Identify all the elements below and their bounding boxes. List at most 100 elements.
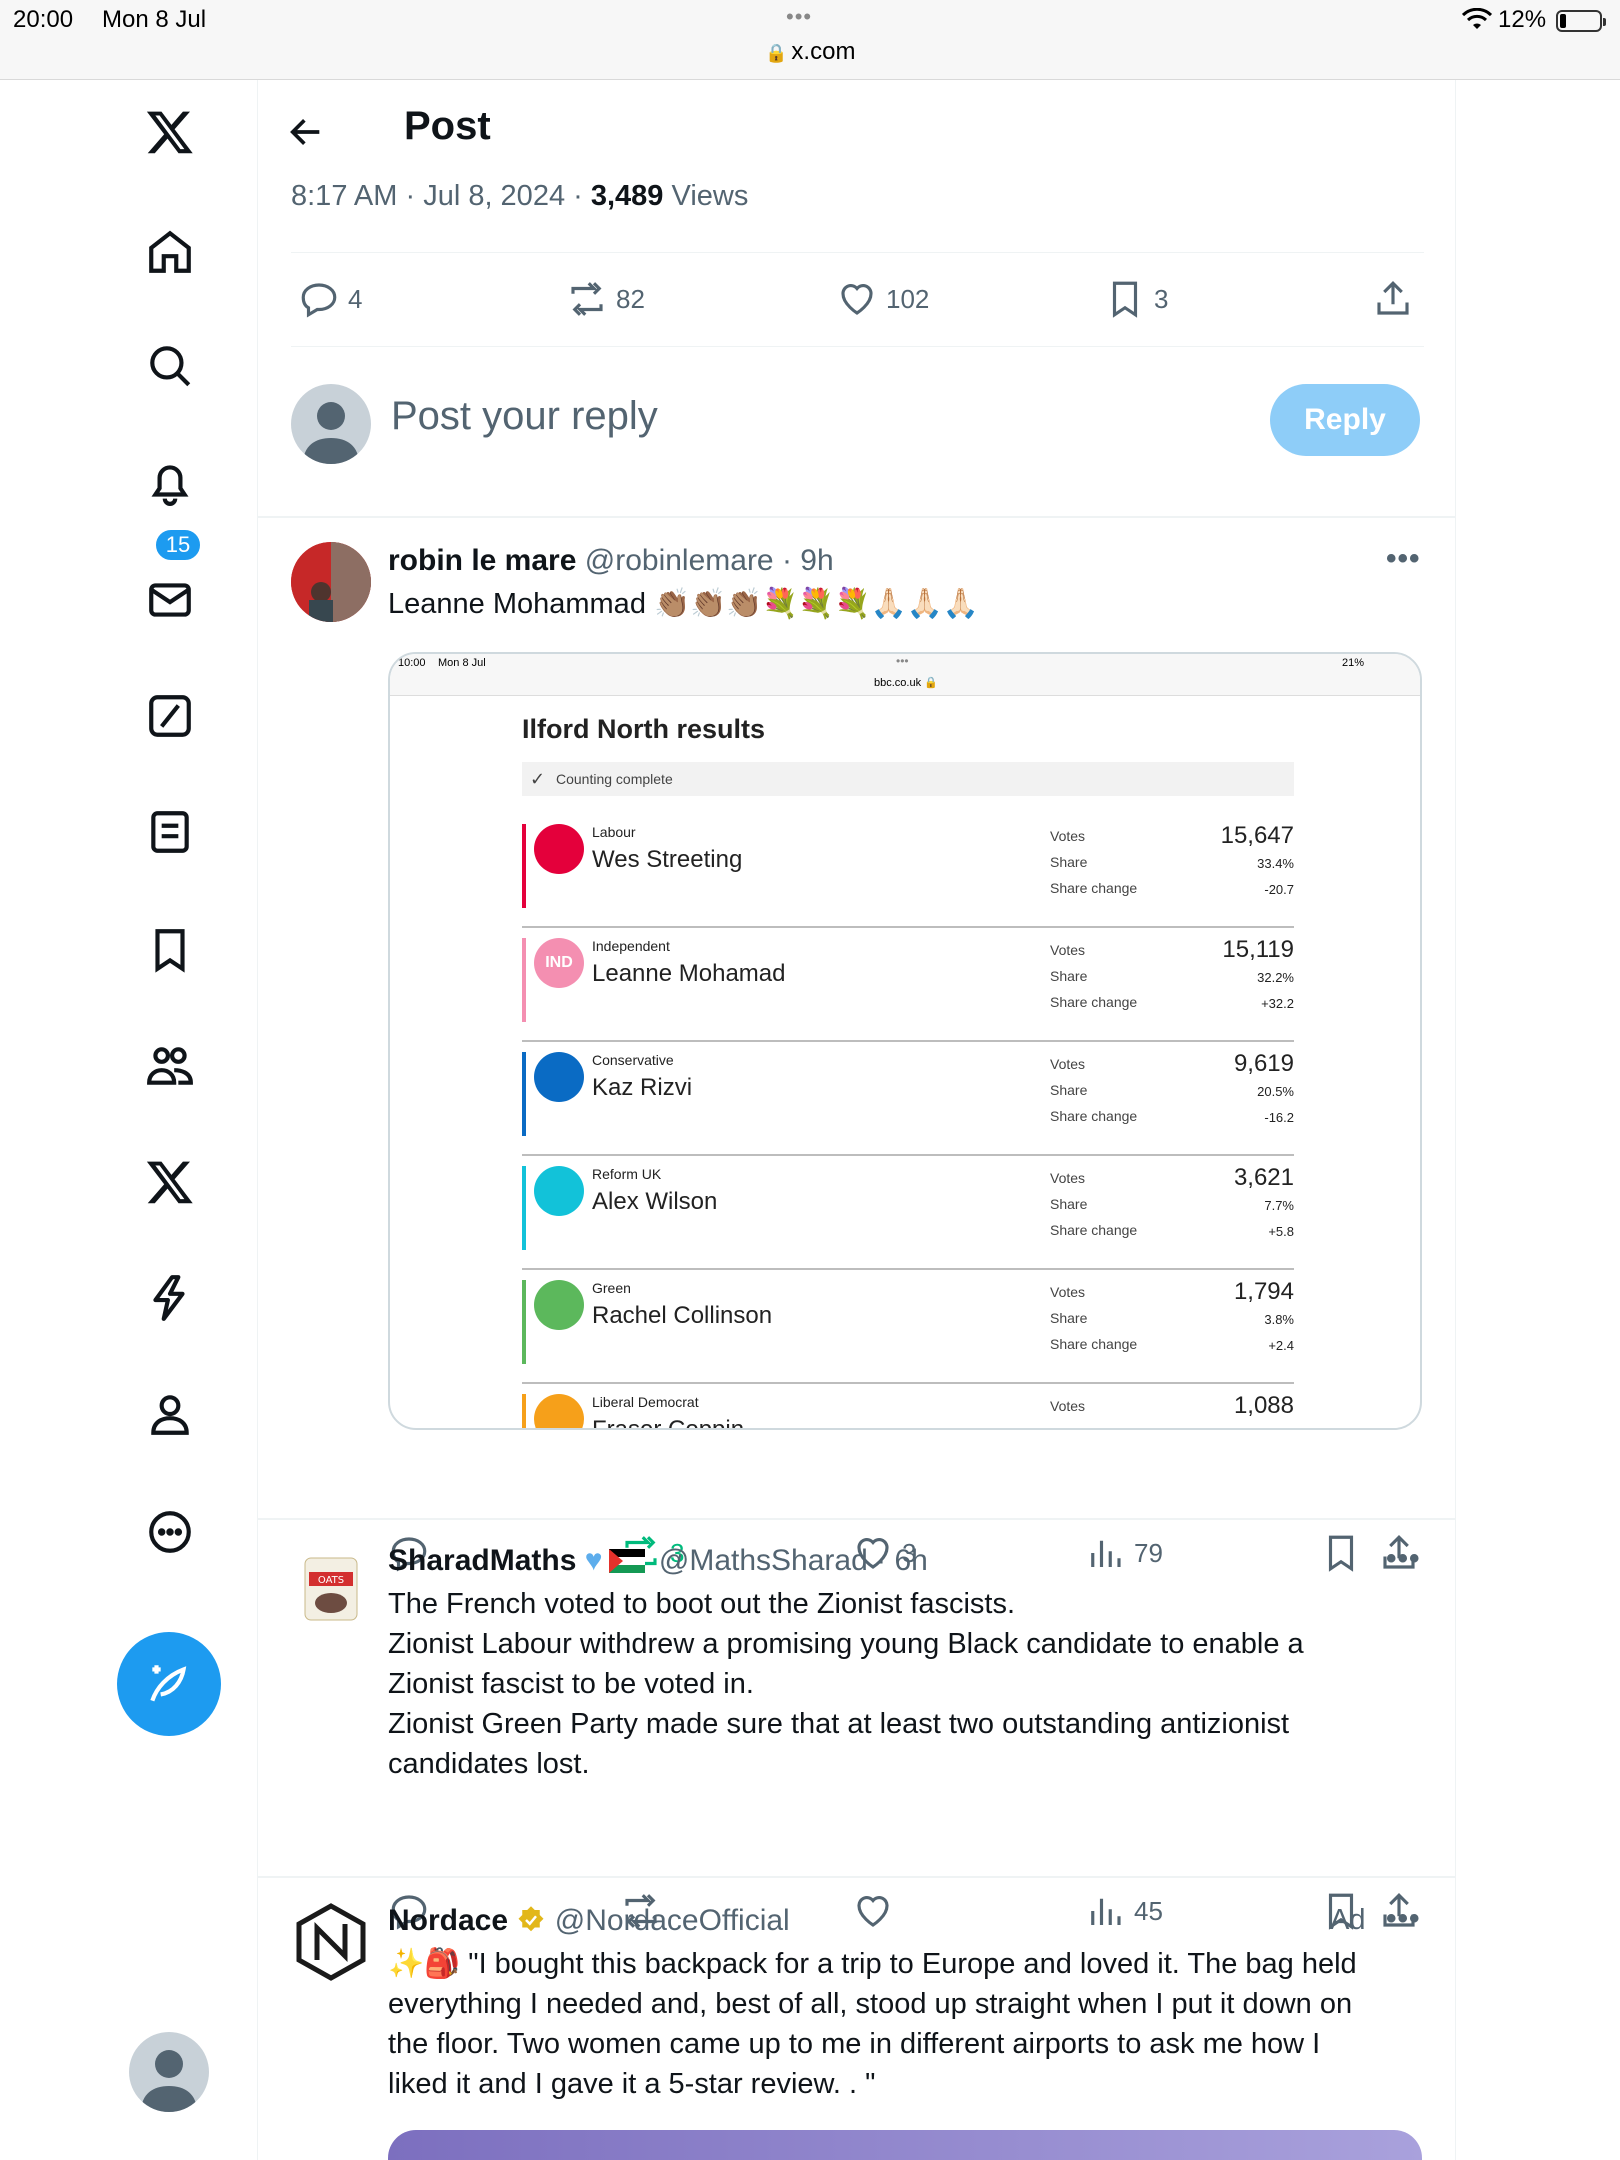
wifi-icon xyxy=(1462,8,1492,29)
profile-icon[interactable] xyxy=(138,1382,202,1446)
notifications-bell-icon[interactable] xyxy=(138,450,202,514)
party-logo-icon: IND xyxy=(534,938,584,988)
like-action[interactable]: 102 xyxy=(836,278,929,320)
views-bar-chart-icon xyxy=(1091,1898,1121,1925)
lists-icon[interactable] xyxy=(138,800,202,864)
tweet-line: everything I needed and, best of all, st… xyxy=(388,1988,1353,2020)
candidate-row: Conservative Kaz Rizvi Votes 9,619 Share 20.5… xyxy=(522,1042,1294,1156)
check-icon: ✓ xyxy=(530,769,546,789)
x-logo-icon[interactable] xyxy=(138,100,202,164)
reply-button[interactable]: Reply xyxy=(1270,384,1420,456)
share-change-value: +5.8 xyxy=(1268,1224,1294,1239)
embedded-clock: 10:00 xyxy=(398,657,426,669)
display-name[interactable]: robin le mare xyxy=(388,544,576,577)
user-avatar[interactable]: OATS xyxy=(291,1548,371,1628)
share-change-label: Share change xyxy=(1050,880,1138,896)
embedded-image[interactable]: 10:00 Mon 8 Jul ••• bbc.co.uk 🔒 21% Ilfo… xyxy=(388,652,1422,1430)
blue-heart-emoji-icon: ♥ xyxy=(584,1544,603,1577)
share-action[interactable] xyxy=(1372,278,1422,320)
compose-post-button[interactable] xyxy=(117,1632,221,1736)
counting-status-text: Counting complete xyxy=(556,771,673,787)
share-value: 7.7% xyxy=(1264,1198,1294,1213)
communities-icon[interactable] xyxy=(138,1034,202,1098)
embedded-date: Mon 8 Jul xyxy=(438,657,486,669)
verified-gold-badge-icon xyxy=(518,1906,544,1932)
more-options-button[interactable]: ••• xyxy=(1386,542,1421,576)
more-options-icon[interactable] xyxy=(138,1500,202,1564)
clock: 20:00 xyxy=(13,6,74,33)
user-handle[interactable]: @MathsSharad xyxy=(659,1544,868,1577)
divider xyxy=(291,346,1424,347)
ad-media-preview[interactable] xyxy=(388,2130,1422,2160)
tweet-header: robin le mare @robinlemare · 9h xyxy=(388,544,834,578)
address-bar[interactable]: 🔒 x.com xyxy=(765,38,855,66)
date: Mon 8 Jul xyxy=(102,6,207,33)
share-change-label: Share change xyxy=(1050,1336,1138,1352)
repost-action[interactable]: 82 xyxy=(566,278,645,320)
messages-envelope-icon[interactable] xyxy=(138,568,202,632)
like-action[interactable] xyxy=(852,1890,902,1932)
votes-value: 3,621 xyxy=(1233,1164,1294,1191)
more-options-button[interactable]: ••• xyxy=(1386,1902,1421,1936)
share-value: 33.4% xyxy=(1257,856,1294,871)
home-icon[interactable] xyxy=(138,220,202,284)
reply-count: 4 xyxy=(348,283,363,314)
bookmark-action[interactable] xyxy=(1320,1532,1370,1574)
votes-value: 1,794 xyxy=(1233,1278,1294,1305)
account-avatar[interactable] xyxy=(129,2032,209,2112)
share-change-label: Share change xyxy=(1050,1222,1138,1238)
battery-percent: 12% xyxy=(1498,6,1547,33)
embedded-dots: ••• xyxy=(896,654,909,668)
display-name[interactable]: SharadMaths xyxy=(388,1544,576,1577)
advertiser-logo[interactable] xyxy=(291,1902,371,1982)
user-avatar[interactable] xyxy=(291,542,371,622)
verified-orgs-bolt-icon[interactable] xyxy=(138,1266,202,1330)
post-age[interactable]: · 6h xyxy=(876,1544,928,1577)
share-change-label: Share change xyxy=(1050,994,1138,1010)
user-handle[interactable]: @robinlemare xyxy=(585,544,774,577)
more-options-button[interactable]: ••• xyxy=(1386,1542,1421,1576)
tweet-header: SharadMaths ♥ @MathsSharad · 6h xyxy=(388,1544,928,1578)
views-action[interactable]: 79 xyxy=(1084,1532,1163,1574)
reply-input[interactable]: Post your reply xyxy=(391,394,658,439)
party-logo-icon xyxy=(534,1280,584,1330)
share-value: 3.8% xyxy=(1264,1312,1294,1327)
back-arrow-icon[interactable] xyxy=(286,112,326,152)
svg-text:OATS: OATS xyxy=(318,1575,344,1586)
party-name: Green xyxy=(592,1280,631,1296)
feather-plus-icon xyxy=(150,1665,187,1702)
bookmark-icon xyxy=(1328,1535,1354,1572)
views-count: 3,489 xyxy=(590,180,664,212)
post-age[interactable]: · 9h xyxy=(782,544,834,577)
display-name[interactable]: Nordace xyxy=(388,1904,508,1937)
bookmarks-icon[interactable] xyxy=(138,918,202,982)
page-title: Post xyxy=(404,104,491,148)
party-color-bar xyxy=(522,1394,526,1428)
post-meta: 8:17 AM · Jul 8, 2024 · 3,489 Views xyxy=(291,180,749,212)
tab-dots-icon[interactable]: ••• xyxy=(786,4,812,30)
bookmark-action[interactable]: 3 xyxy=(1104,278,1168,320)
party-color-bar xyxy=(522,824,526,908)
user-handle[interactable]: @NordaceOfficial xyxy=(555,1904,790,1937)
tweet-line: Zionist fascist to be voted in. xyxy=(388,1668,754,1700)
palestine-flag-icon xyxy=(608,1549,645,1573)
candidate-name: Wes Streeting xyxy=(592,846,743,873)
party-logo-icon xyxy=(534,824,584,874)
embedded-status-bar: 10:00 Mon 8 Jul ••• bbc.co.uk 🔒 21% xyxy=(390,654,1420,696)
party-name: Labour xyxy=(592,824,636,840)
votes-value: 1,088 xyxy=(1233,1392,1294,1419)
premium-x-icon[interactable] xyxy=(138,1150,202,1214)
grok-icon[interactable] xyxy=(138,684,202,748)
tweet-text: The French voted to boot out the Zionist… xyxy=(388,1584,1304,1784)
party-color-bar xyxy=(522,938,526,1022)
reply-action[interactable]: 4 xyxy=(298,278,362,320)
votes-label: Votes xyxy=(1050,942,1086,958)
lock-icon: 🔒 xyxy=(765,43,788,63)
notification-badge: 15 xyxy=(154,528,202,562)
party-name: Liberal Democrat xyxy=(592,1394,699,1410)
search-icon[interactable] xyxy=(138,334,202,398)
share-change-value: -16.2 xyxy=(1264,1110,1294,1125)
views-action[interactable]: 45 xyxy=(1084,1890,1163,1932)
share-value: 20.5% xyxy=(1257,1084,1294,1099)
bookmark-icon xyxy=(1112,281,1138,318)
